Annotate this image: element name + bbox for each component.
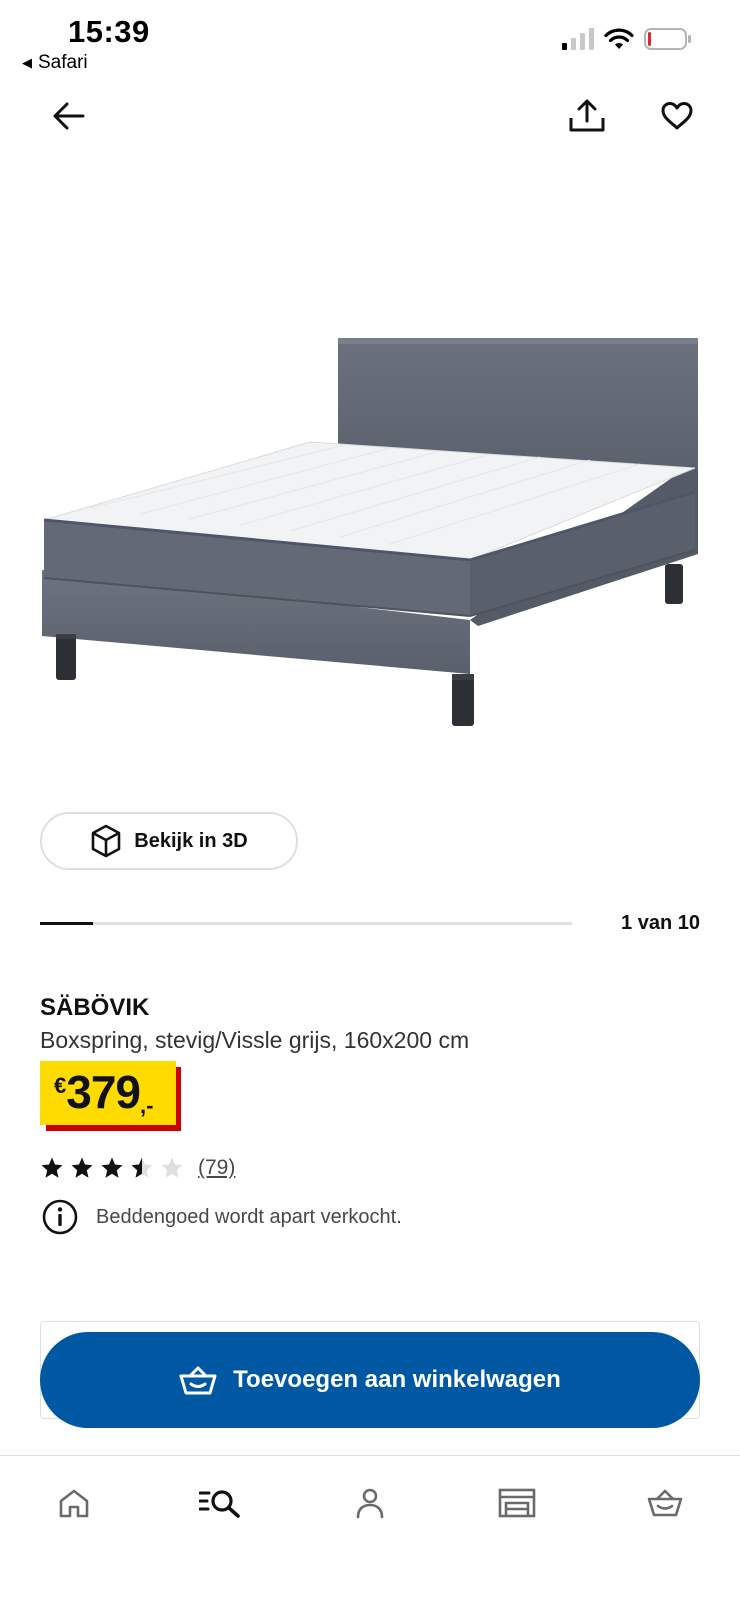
share-button[interactable] (561, 90, 613, 142)
search-list-icon (199, 1490, 240, 1518)
back-button[interactable] (43, 90, 95, 142)
image-carousel-indicator: 1 van 10 (40, 912, 700, 936)
share-icon (569, 99, 605, 132)
rating-stars (40, 1156, 184, 1180)
price-integer: 379 (66, 1066, 141, 1118)
nav-bar (0, 90, 740, 150)
product-description: Boxspring, stevig/Vissle grijs, 160x200 … (40, 1027, 470, 1053)
price-currency: € (54, 1073, 67, 1098)
basket-icon (179, 1366, 217, 1395)
tab-search[interactable] (190, 1478, 250, 1528)
price-decimal: ,- (140, 1093, 154, 1118)
product-name: SÄBÖVIK (40, 994, 150, 1021)
home-icon (59, 1489, 89, 1518)
profile-icon (356, 1488, 384, 1519)
favorite-button[interactable] (651, 90, 703, 142)
arrow-left-icon (53, 102, 85, 130)
star-icon (41, 1157, 63, 1178)
bedding-notice-text: Beddengoed wordt apart verkocht. (96, 1205, 402, 1228)
battery-low-icon (644, 28, 691, 50)
carousel-track (40, 922, 572, 925)
view-3d-button[interactable]: Bekijk in 3D (40, 812, 298, 870)
add-to-cart-label: Toevoegen aan winkelwagen (233, 1366, 561, 1393)
price-tag-main: € 379 ,- (40, 1061, 176, 1125)
tab-home[interactable] (44, 1478, 104, 1528)
status-bar: 15:39 ◀ Safari (0, 0, 740, 84)
tab-basket[interactable] (635, 1478, 695, 1528)
bedding-notice: Beddengoed wordt apart verkocht. (42, 1199, 402, 1235)
tab-stores[interactable] (487, 1478, 547, 1528)
back-app-label: Safari (38, 52, 88, 73)
back-to-app-link[interactable]: ◀ Safari (22, 52, 88, 74)
basket-icon (647, 1489, 683, 1517)
review-count-link[interactable]: (79) (198, 1156, 235, 1180)
view-3d-label: Bekijk in 3D (134, 829, 248, 852)
status-icons (562, 28, 692, 50)
product-image[interactable] (0, 320, 740, 760)
rating[interactable]: (79) (40, 1154, 235, 1182)
heart-icon (661, 102, 693, 130)
star-icon (71, 1157, 93, 1178)
wifi-icon (604, 28, 634, 49)
info-icon (42, 1199, 78, 1235)
star-icon (161, 1157, 183, 1178)
back-triangle-icon: ◀ (22, 55, 32, 70)
carousel-counter: 1 van 10 (621, 912, 700, 934)
tab-profile[interactable] (340, 1478, 400, 1528)
tab-bar (0, 1455, 740, 1600)
store-icon (498, 1488, 536, 1518)
cube-3d-icon (91, 824, 121, 858)
star-icon (101, 1157, 123, 1178)
price-tag: € 379 ,- (40, 1061, 181, 1131)
cellular-signal-icon (562, 28, 594, 50)
status-time: 15:39 (68, 14, 150, 49)
carousel-progress (40, 922, 94, 925)
star-icon (131, 1157, 153, 1178)
boxspring-bed-image (42, 338, 698, 726)
add-to-cart-button[interactable]: Toevoegen aan winkelwagen (40, 1332, 700, 1428)
